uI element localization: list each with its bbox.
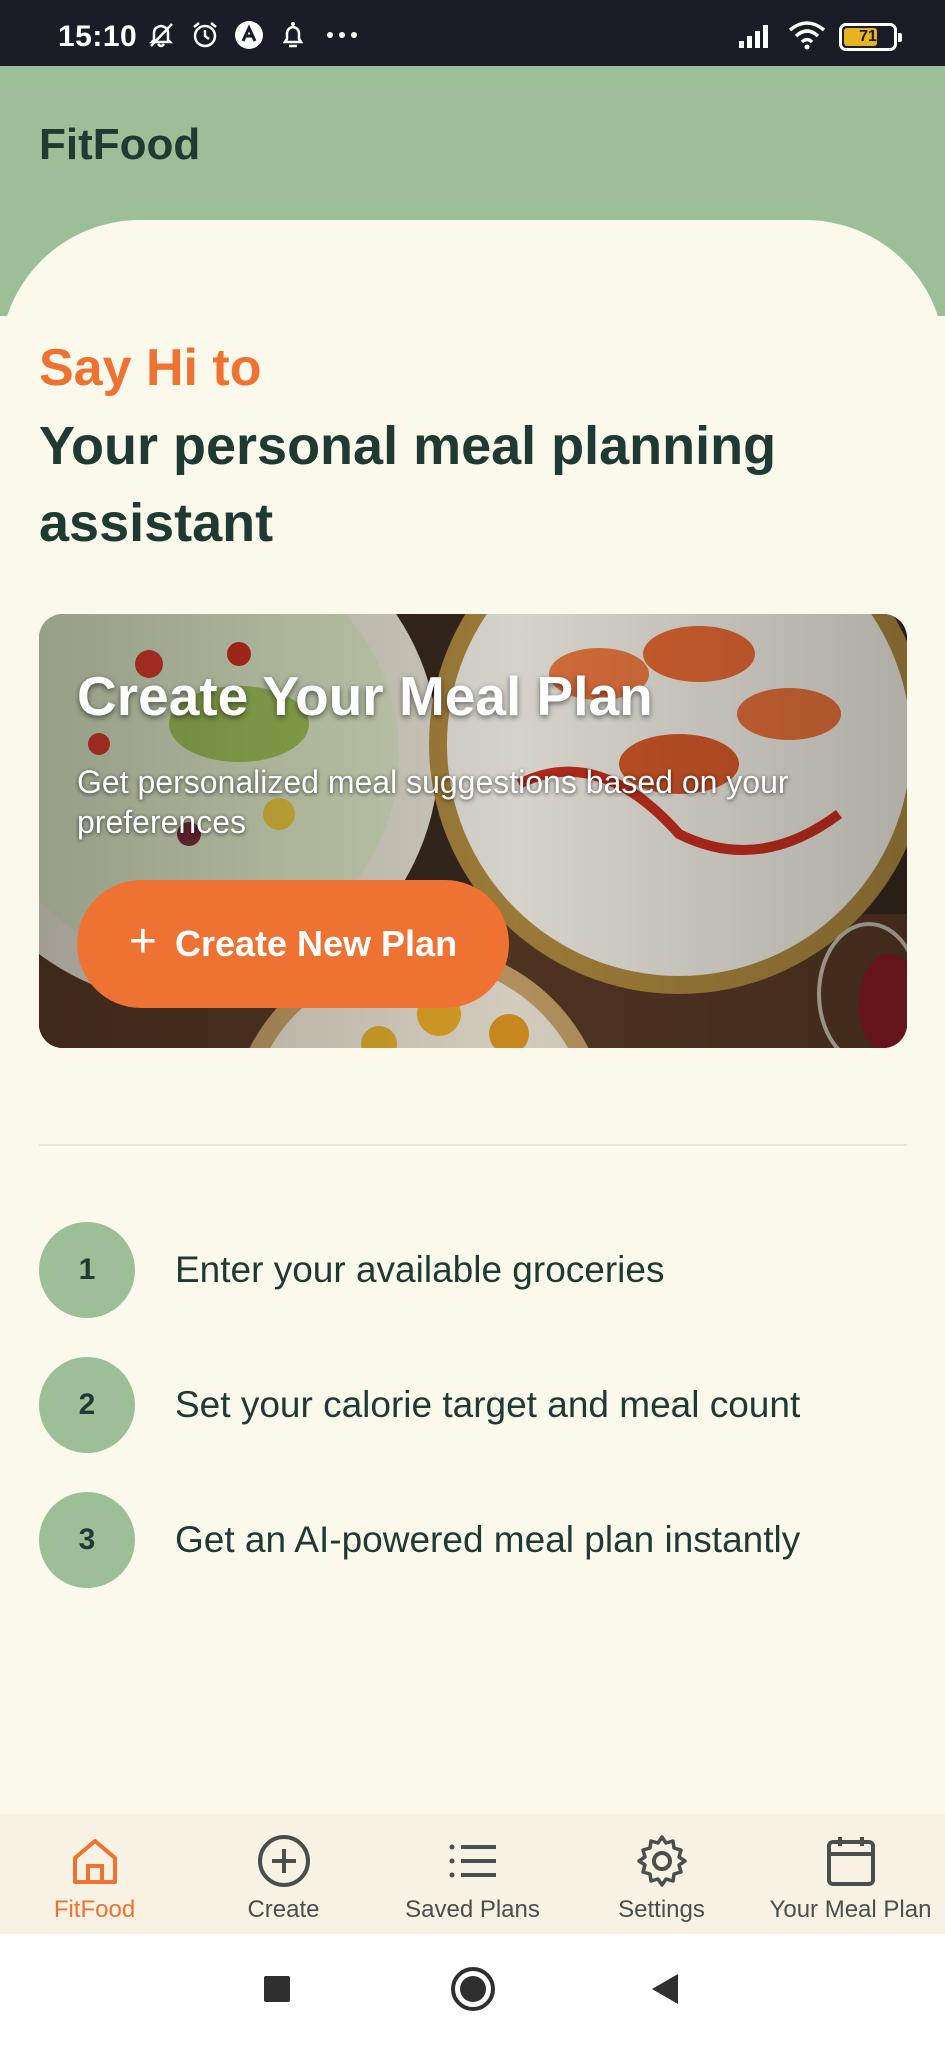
step-text: Get an AI-powered meal plan instantly: [175, 1519, 801, 1560]
signal-icon: [737, 21, 775, 54]
step-item: 3 Get an AI-powered meal plan instantly: [39, 1492, 907, 1588]
main-content: Say Hi to Your personal meal planning as…: [0, 220, 945, 1820]
more-dots-icon: [322, 20, 362, 50]
recents-icon[interactable]: [252, 1964, 302, 2014]
status-time: 15:10: [58, 20, 138, 53]
status-left-icons: [146, 20, 362, 50]
step-number: 1: [39, 1222, 135, 1318]
nav-label: Create: [247, 1896, 320, 1923]
step-number: 3: [39, 1492, 135, 1588]
battery-icon: 71: [839, 23, 902, 51]
headline: Your personal meal planning assistant: [39, 416, 777, 553]
plus-icon: +: [128, 915, 157, 968]
nav-label: FitFood: [53, 1896, 136, 1923]
hero-subtitle: Get personalized meal suggestions based …: [77, 764, 789, 840]
status-right-icons: 71: [737, 20, 902, 55]
system-nav: [0, 1934, 945, 2048]
step-text: Set your calorie target and meal count: [175, 1384, 801, 1425]
step-text: Enter your available groceries: [175, 1249, 665, 1290]
nav-label: Saved Plans: [405, 1896, 540, 1923]
divider: [39, 1144, 907, 1146]
app-title: FitFood: [39, 120, 201, 169]
hero-card: Create Your Meal Plan Get personalized m…: [39, 614, 907, 1048]
alarm-icon: [190, 20, 220, 50]
create-new-plan-button[interactable]: + Create New Plan: [77, 880, 509, 1008]
nav-label: Your Meal Plan: [769, 1896, 932, 1923]
list-icon: [449, 1844, 496, 1878]
create-new-plan-label: Create New Plan: [174, 923, 458, 964]
notifications-off-icon: [146, 20, 176, 50]
nav-item-create[interactable]: Create: [189, 1814, 378, 1934]
home-circle-icon[interactable]: [448, 1964, 498, 2014]
wifi-icon: [787, 20, 827, 55]
status-bar: 15:10 71: [0, 0, 945, 66]
bell-icon: [278, 20, 308, 50]
step-number: 2: [39, 1357, 135, 1453]
nav-item-saved-plans[interactable]: Saved Plans: [378, 1814, 567, 1934]
nav-item-your-meal-plan[interactable]: Your Meal Plan: [756, 1814, 945, 1934]
nav-item-fitfood[interactable]: FitFood: [0, 1814, 189, 1934]
plus-circle-icon: [257, 1835, 310, 1887]
step-item: 2 Set your calorie target and meal count: [39, 1357, 907, 1453]
app-a-icon: [234, 20, 264, 50]
nav-item-settings[interactable]: Settings: [567, 1814, 756, 1934]
back-icon[interactable]: [640, 1964, 690, 2014]
hero-title: Create Your Meal Plan: [77, 665, 653, 727]
step-item: 1 Enter your available groceries: [39, 1222, 907, 1318]
greeting: Say Hi to: [39, 339, 262, 397]
gear-icon: [636, 1835, 687, 1887]
home-icon: [72, 1839, 117, 1884]
calendar-icon: [826, 1837, 875, 1886]
bottom-nav: FitFood Create Saved Plans Settings Your…: [0, 1814, 945, 1934]
nav-label: Settings: [618, 1896, 705, 1923]
battery-level: 71: [859, 28, 877, 45]
